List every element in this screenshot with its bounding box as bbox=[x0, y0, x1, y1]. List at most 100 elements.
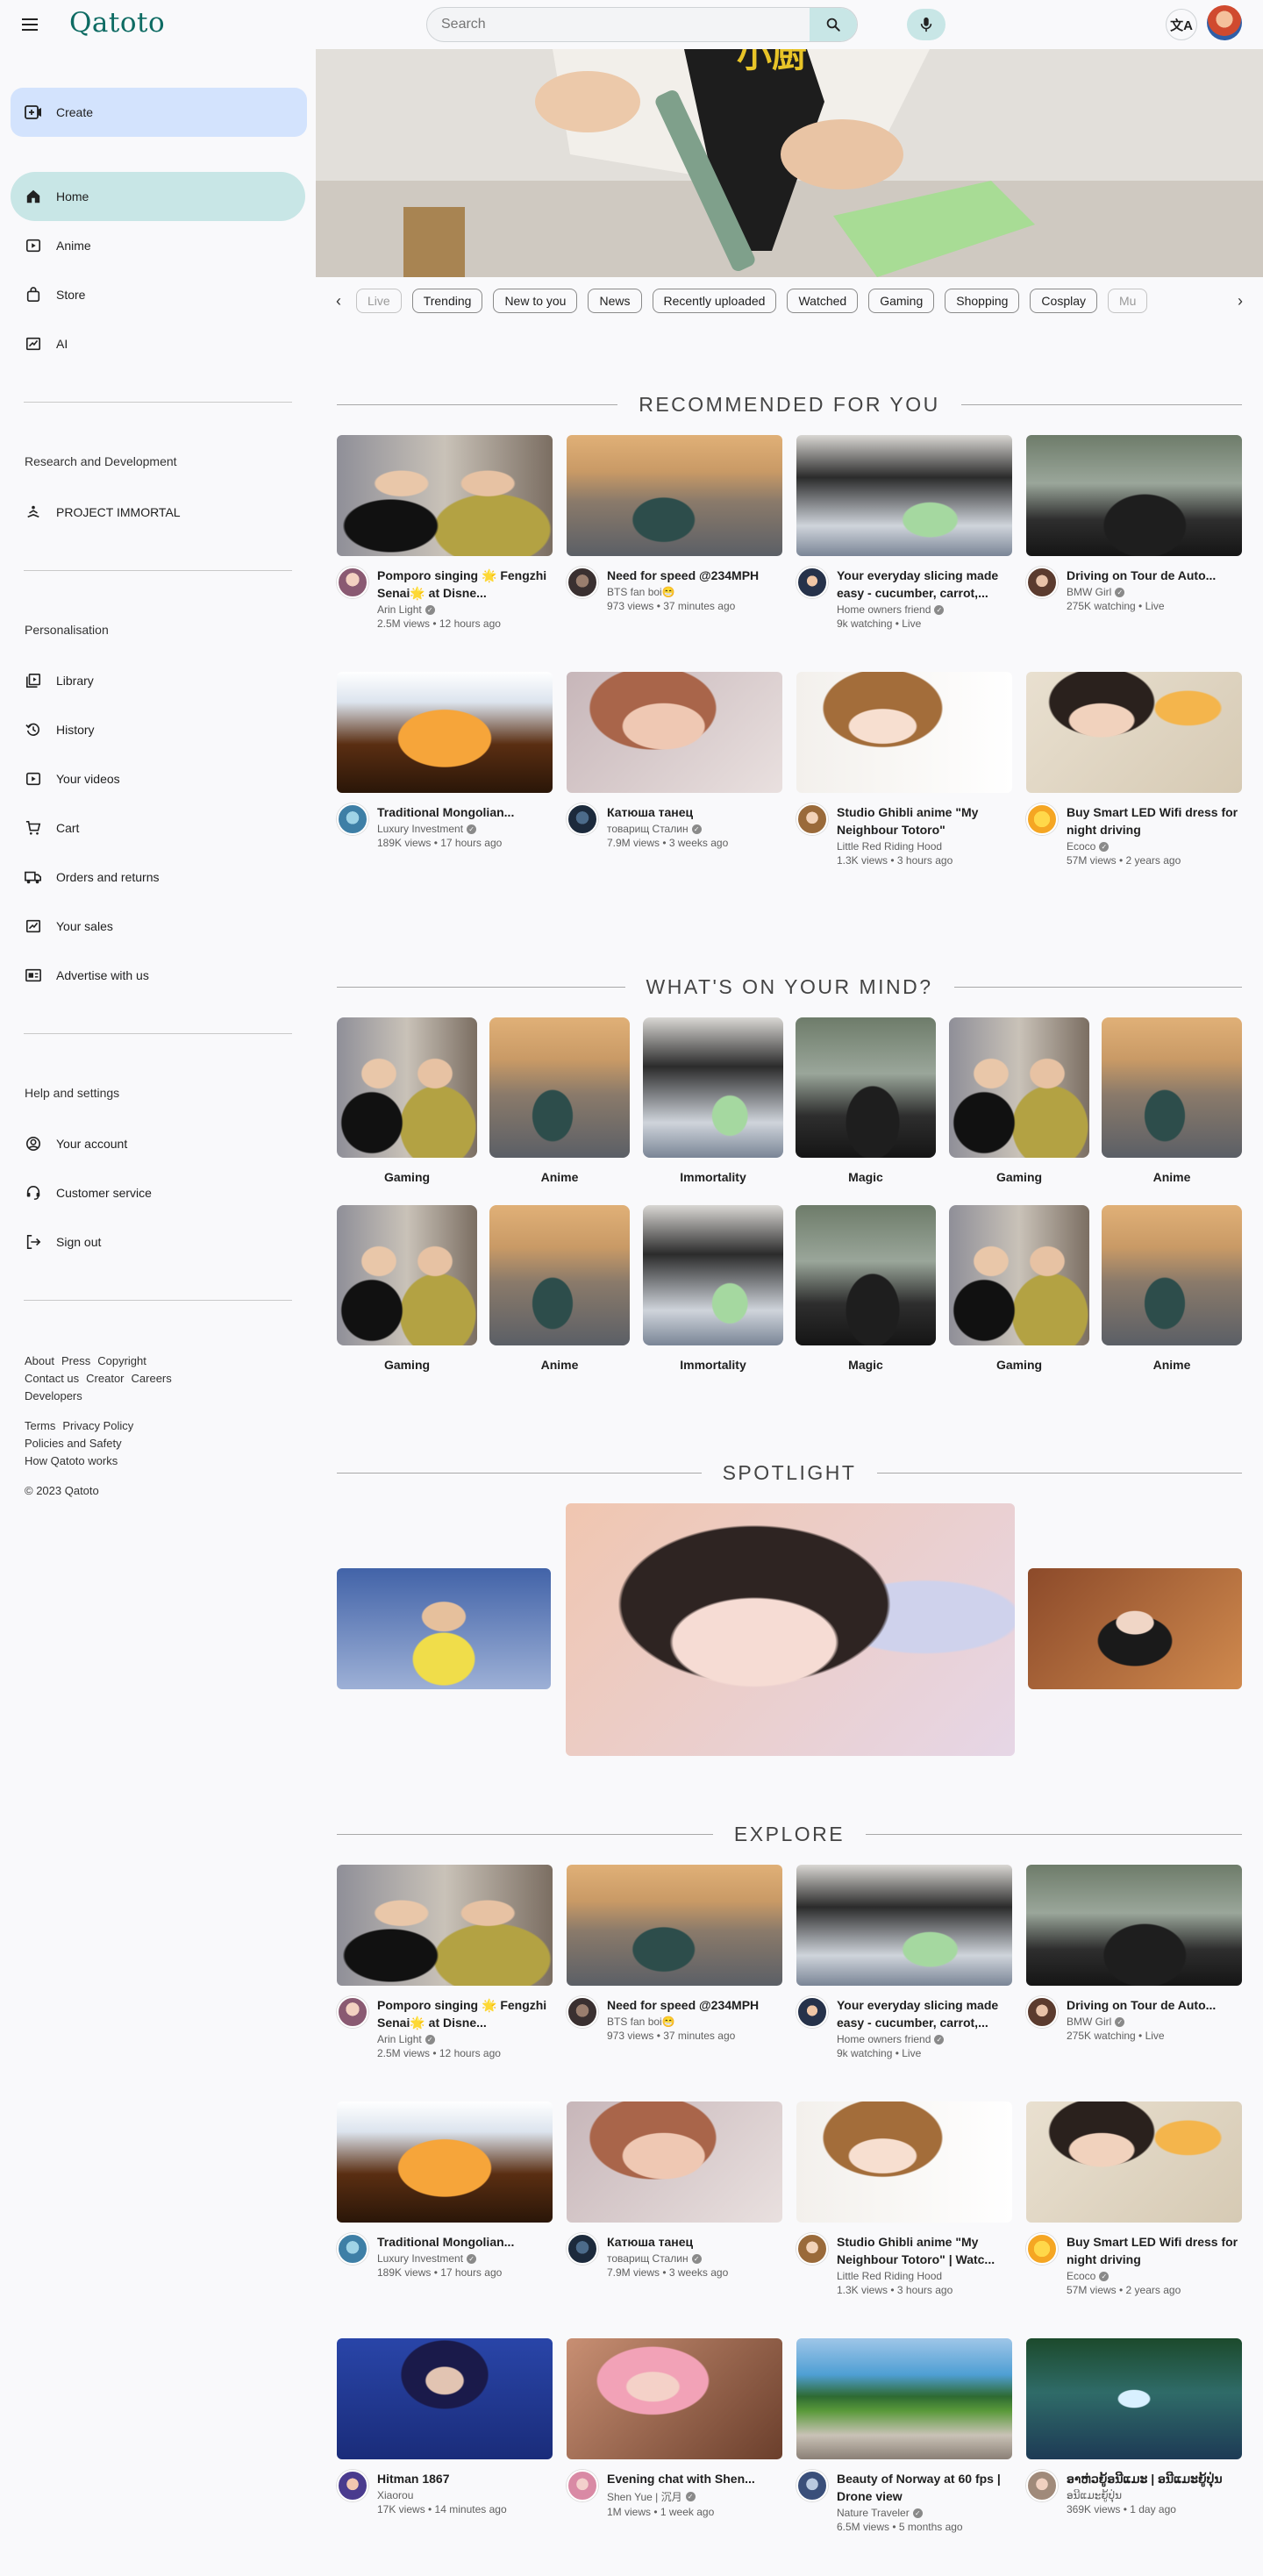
footer-link-contact-us[interactable]: Contact us bbox=[25, 1372, 79, 1385]
chip-new-to-you[interactable]: New to you bbox=[493, 289, 578, 313]
voice-search-button[interactable] bbox=[907, 9, 945, 40]
video-card[interactable]: Need for speed @234MPH BTS fan boi😁 973 vi… bbox=[567, 435, 782, 612]
topic-image[interactable] bbox=[796, 1205, 936, 1345]
topic-image[interactable] bbox=[949, 1017, 1089, 1158]
channel-name[interactable]: Arin Light ✓ bbox=[377, 2033, 553, 2045]
video-title[interactable]: Studio Ghibli anime "My Neighbour Totoro… bbox=[837, 2233, 1012, 2268]
channel-avatar[interactable] bbox=[1026, 1996, 1058, 2028]
search-input[interactable] bbox=[427, 8, 810, 41]
channel-avatar[interactable] bbox=[337, 1996, 368, 2028]
video-title[interactable]: Катюша танец bbox=[607, 2233, 782, 2251]
footer-link-creator[interactable]: Creator bbox=[86, 1372, 124, 1385]
create-button[interactable]: Create bbox=[11, 88, 307, 137]
sidebar-item-customer-service[interactable]: Customer service bbox=[11, 1168, 305, 1217]
channel-avatar[interactable] bbox=[567, 567, 598, 598]
channel-avatar[interactable] bbox=[337, 567, 368, 598]
topic-image[interactable] bbox=[1102, 1017, 1242, 1158]
video-title[interactable]: Buy Smart LED Wifi dress for night drivi… bbox=[1067, 803, 1242, 838]
channel-avatar[interactable] bbox=[1026, 803, 1058, 835]
topic-tile[interactable]: Gaming bbox=[337, 1017, 477, 1184]
video-card[interactable]: Катюша танец товарищ Сталин ✓ 7.9M views • … bbox=[567, 672, 782, 849]
video-thumbnail[interactable] bbox=[337, 435, 553, 556]
video-card[interactable]: Buy Smart LED Wifi dress for night drivi… bbox=[1026, 2101, 1242, 2296]
video-title[interactable]: Traditional Mongolian... bbox=[377, 2233, 553, 2251]
channel-name[interactable]: Shen Yue | 沉月 ✓ bbox=[607, 2489, 782, 2504]
topic-image[interactable] bbox=[643, 1017, 783, 1158]
chip-trending[interactable]: Trending bbox=[411, 289, 483, 313]
channel-name[interactable]: Arin Light ✓ bbox=[377, 603, 553, 616]
channel-name[interactable]: Home owners friend ✓ bbox=[837, 603, 1012, 616]
sidebar-item-library[interactable]: Library bbox=[11, 656, 305, 705]
sidebar-item-your-sales[interactable]: Your sales bbox=[11, 902, 305, 951]
channel-avatar[interactable] bbox=[567, 2470, 598, 2501]
channel-name[interactable]: ອນີແມະຍູ້ປຸ່ນ bbox=[1067, 2489, 1242, 2501]
video-card[interactable]: Traditional Mongolian... Luxury Investmen… bbox=[337, 2101, 553, 2279]
channel-avatar[interactable] bbox=[1026, 2470, 1058, 2501]
video-title[interactable]: Driving on Tour de Auto... bbox=[1067, 567, 1242, 584]
channel-avatar[interactable] bbox=[1026, 2233, 1058, 2265]
channel-avatar[interactable] bbox=[337, 803, 368, 835]
footer-link-about[interactable]: About bbox=[25, 1354, 54, 1367]
sidebar-item-your-account[interactable]: Your account bbox=[11, 1119, 305, 1168]
video-card[interactable]: Evening chat with Shen... Shen Yue | 沉月 ✓ 1… bbox=[567, 2338, 782, 2518]
user-avatar[interactable] bbox=[1207, 5, 1242, 40]
spotlight-video-main[interactable] bbox=[566, 1503, 1015, 1756]
video-card[interactable]: Studio Ghibli anime "My Neighbour Totoro… bbox=[796, 672, 1012, 867]
video-thumbnail[interactable] bbox=[1026, 672, 1242, 793]
video-thumbnail[interactable] bbox=[796, 2338, 1012, 2459]
chip-scroll-left-button[interactable]: ‹ bbox=[326, 289, 351, 313]
topic-image[interactable] bbox=[796, 1017, 936, 1158]
channel-name[interactable]: BTS fan boi😁 bbox=[607, 586, 782, 598]
topic-tile[interactable]: Anime bbox=[489, 1205, 630, 1372]
channel-name[interactable]: Luxury Investment ✓ bbox=[377, 2252, 553, 2265]
channel-name[interactable]: товарищ Сталин ✓ bbox=[607, 2252, 782, 2265]
sidebar-item-cart[interactable]: Cart bbox=[11, 803, 305, 853]
channel-name[interactable]: BTS fan boi😁 bbox=[607, 2016, 782, 2028]
channel-name[interactable]: Little Red Riding Hood bbox=[837, 840, 1012, 853]
channel-avatar[interactable] bbox=[567, 1996, 598, 2028]
topic-tile[interactable]: Gaming bbox=[949, 1017, 1089, 1184]
sidebar-item-orders-and-returns[interactable]: Orders and returns bbox=[11, 853, 305, 902]
topic-tile[interactable]: Immortality bbox=[643, 1017, 783, 1184]
channel-name[interactable]: Ecoco ✓ bbox=[1067, 2270, 1242, 2282]
footer-link-developers[interactable]: Developers bbox=[25, 1389, 82, 1402]
footer-link-copyright[interactable]: Copyright bbox=[97, 1354, 146, 1367]
topic-image[interactable] bbox=[489, 1017, 630, 1158]
chip-recently-uploaded[interactable]: Recently uploaded bbox=[652, 289, 777, 313]
channel-name[interactable]: Home owners friend ✓ bbox=[837, 2033, 1012, 2045]
channel-name[interactable]: BMW Girl ✓ bbox=[1067, 586, 1242, 598]
topic-image[interactable] bbox=[337, 1205, 477, 1345]
video-title[interactable]: ອາຫ່ວຍູ້ອນີແມະ | ອນີແມະຍູ້ປຸ່ນ bbox=[1067, 2470, 1242, 2487]
channel-name[interactable]: Little Red Riding Hood bbox=[837, 2270, 1012, 2282]
video-title[interactable]: Studio Ghibli anime "My Neighbour Totoro… bbox=[837, 803, 1012, 838]
chip-scroll-right-button[interactable]: › bbox=[1228, 289, 1252, 313]
video-thumbnail[interactable] bbox=[337, 1865, 553, 1986]
video-thumbnail[interactable] bbox=[337, 2101, 553, 2223]
video-card[interactable]: ອາຫ່ວຍູ້ອນີແມະ | ອນີແມະຍູ້ປຸ່ນອນີແມະຍູ້ປ… bbox=[1026, 2338, 1242, 2515]
translate-button[interactable]: 文A bbox=[1166, 9, 1197, 40]
channel-avatar[interactable] bbox=[337, 2470, 368, 2501]
footer-link-careers[interactable]: Careers bbox=[132, 1372, 172, 1385]
channel-avatar[interactable] bbox=[796, 567, 828, 598]
chip-watched[interactable]: Watched bbox=[787, 289, 859, 313]
channel-avatar[interactable] bbox=[567, 803, 598, 835]
video-title[interactable]: Your everyday slicing made easy - cucumb… bbox=[837, 1996, 1012, 2031]
video-thumbnail[interactable] bbox=[337, 2338, 553, 2459]
video-card[interactable]: Beauty of Norway at 60 fps | Drone view N… bbox=[796, 2338, 1012, 2533]
sidebar-item-home[interactable]: Home bbox=[11, 172, 305, 221]
topic-tile[interactable]: Anime bbox=[489, 1017, 630, 1184]
logo[interactable]: Qatoto bbox=[69, 7, 165, 39]
footer-link-how-qatoto-works[interactable]: How Qatoto works bbox=[25, 1454, 118, 1467]
chip-shopping[interactable]: Shopping bbox=[945, 289, 1020, 313]
video-title[interactable]: Катюша танец bbox=[607, 803, 782, 821]
video-card[interactable]: Driving on Tour de Auto... BMW Girl ✓ 275K … bbox=[1026, 1865, 1242, 2042]
channel-name[interactable]: товарищ Сталин ✓ bbox=[607, 823, 782, 835]
footer-link-privacy-policy[interactable]: Privacy Policy bbox=[62, 1419, 133, 1432]
video-thumbnail[interactable] bbox=[1026, 2101, 1242, 2223]
video-thumbnail[interactable] bbox=[796, 2101, 1012, 2223]
channel-avatar[interactable] bbox=[796, 2470, 828, 2501]
video-thumbnail[interactable] bbox=[796, 672, 1012, 793]
video-title[interactable]: Traditional Mongolian... bbox=[377, 803, 553, 821]
chip-cosplay[interactable]: Cosplay bbox=[1030, 289, 1098, 313]
video-card[interactable]: Studio Ghibli anime "My Neighbour Totoro… bbox=[796, 2101, 1012, 2296]
